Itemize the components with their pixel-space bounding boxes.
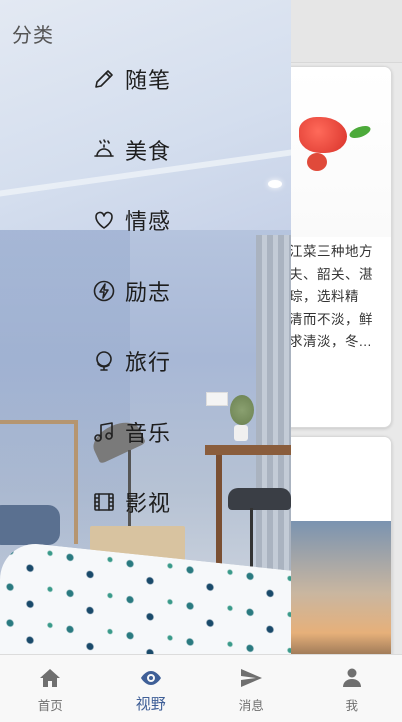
tab-label: 首页 <box>38 695 63 714</box>
tab-home[interactable]: 首页 <box>0 655 101 722</box>
category-item-inspiration[interactable]: 励志 <box>92 276 171 306</box>
category-label: 随笔 <box>125 63 171 95</box>
tab-label: 消息 <box>239 695 264 714</box>
category-label: 音乐 <box>125 416 171 448</box>
tab-label: 我 <box>345 695 358 714</box>
category-item-travel[interactable]: 旅行 <box>92 346 171 376</box>
category-label: 旅行 <box>125 345 171 377</box>
card-excerpt: 江菜三种地方 夫、韶关、湛 琮，选料精 清而不淡，鲜 求清淡，冬... <box>289 241 389 354</box>
tab-label: 视野 <box>136 693 166 714</box>
tab-messages[interactable]: 消息 <box>201 655 302 722</box>
person-icon <box>340 666 364 690</box>
category-item-music[interactable]: 音乐 <box>92 417 171 447</box>
category-item-essay[interactable]: 随笔 <box>92 64 171 94</box>
music-note-icon <box>92 420 116 444</box>
globe-icon <box>92 349 116 373</box>
category-item-food[interactable]: 美食 <box>92 135 171 165</box>
tab-me[interactable]: 我 <box>302 655 402 722</box>
home-icon <box>38 666 62 690</box>
category-drawer: 分类 随笔 美食 情感 励志 旅行 音乐 <box>0 0 291 654</box>
category-label: 励志 <box>125 275 171 307</box>
category-item-film[interactable]: 影视 <box>92 487 171 517</box>
lightning-icon <box>92 279 116 303</box>
pencil-icon <box>92 67 116 91</box>
send-icon <box>239 666 263 690</box>
film-icon <box>92 490 116 514</box>
eye-icon <box>139 666 163 690</box>
drawer-title: 分类 <box>12 19 54 48</box>
tab-vision[interactable]: 视野 <box>101 655 202 722</box>
category-label: 影视 <box>125 486 171 518</box>
bottom-tab-bar: 首页 视野 消息 我 <box>0 654 402 722</box>
category-label: 情感 <box>125 204 171 236</box>
food-cloche-icon <box>92 138 116 162</box>
category-label: 美食 <box>125 134 171 166</box>
category-item-emotion[interactable]: 情感 <box>92 205 171 235</box>
heart-icon <box>92 208 116 232</box>
